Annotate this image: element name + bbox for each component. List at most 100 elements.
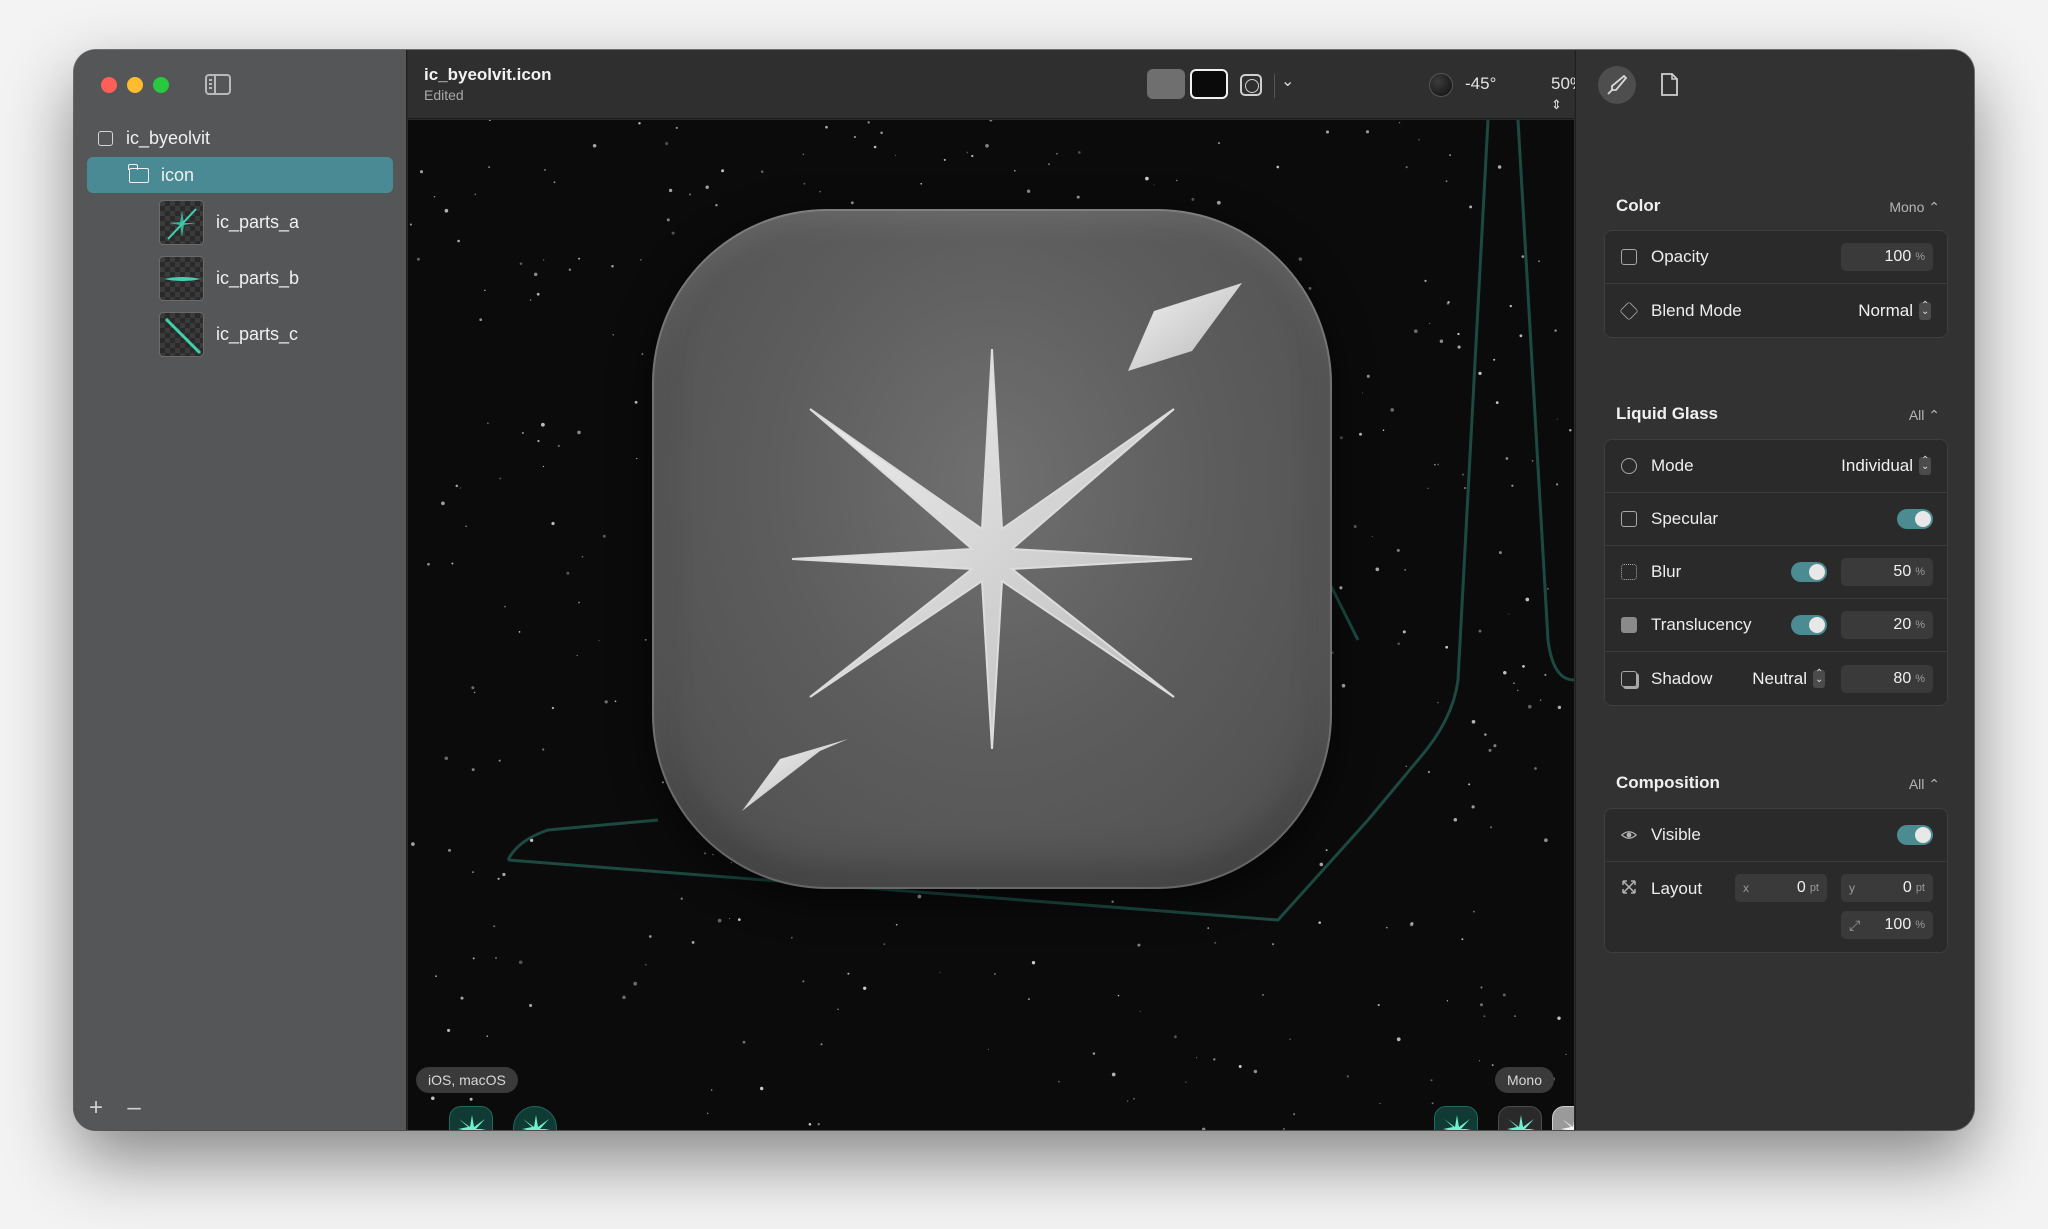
folder-icon [128, 163, 149, 183]
glass-mode-select[interactable]: Individual [1841, 455, 1931, 476]
toolbar: ic_byeolvit.icon Edited ⌄ -45° 50% ⇕ [408, 50, 1585, 119]
color-mode-select[interactable]: Mono ⌃ [1889, 199, 1940, 216]
shadow-field[interactable]: 80% [1841, 664, 1933, 693]
blur-label: Blur [1651, 562, 1682, 581]
liquid-glass-section-title: Liquid Glass [1616, 404, 1719, 423]
stepper-icon [1919, 300, 1931, 320]
scale-unit: % [1915, 919, 1925, 931]
blur-row: Blur 50% [1605, 546, 1947, 599]
inspector-panel: Color Mono ⌃ Opacity 100% Blend Mode Nor… [1575, 50, 1974, 1130]
specular-row: Specular [1605, 493, 1947, 546]
stepper-icon [1813, 668, 1825, 688]
black-background-button[interactable] [1190, 69, 1228, 99]
appearance-icon[interactable] [1240, 74, 1262, 96]
paintbrush-icon [1607, 74, 1628, 95]
opacity-field[interactable]: 100% [1841, 243, 1933, 271]
y-value: 0 [1902, 879, 1912, 896]
specular-label: Specular [1651, 509, 1719, 528]
stepper-icon [1919, 455, 1931, 475]
shadow-icon [1621, 670, 1637, 687]
shadow-type-value: Neutral [1752, 668, 1807, 688]
tree-item-icon-group[interactable]: icon [87, 157, 393, 193]
shadow-row: Shadow Neutral 80% [1605, 652, 1947, 705]
translucency-row: Translucency 20% [1605, 599, 1947, 652]
specular-toggle[interactable] [1897, 509, 1933, 529]
close-window-button[interactable] [101, 77, 117, 93]
y-unit: pt [1915, 882, 1925, 894]
tree-item-part-a[interactable]: ic_parts_a [74, 197, 407, 247]
composition-scope-select[interactable]: All ⌃ [1909, 776, 1940, 793]
blur-toggle[interactable] [1791, 562, 1827, 582]
light-angle-value[interactable]: -45° [1465, 74, 1496, 94]
tree-item-part-b[interactable]: ic_parts_b [74, 253, 407, 303]
visible-label: Visible [1651, 825, 1701, 844]
light-angle-icon[interactable] [1429, 73, 1453, 97]
preview-macos-icon[interactable] [513, 1106, 557, 1130]
visible-row: Visible [1605, 809, 1947, 862]
toolbar-divider [1274, 74, 1275, 98]
layers-icon [1619, 300, 1639, 321]
blend-mode-label: Blend Mode [1651, 300, 1742, 320]
translucency-field[interactable]: 20% [1841, 611, 1933, 639]
chevron-down-icon[interactable]: ⌄ [1281, 71, 1294, 91]
scale-field[interactable]: ⤢ 100% [1841, 911, 1933, 939]
translucency-toggle[interactable] [1791, 615, 1827, 635]
appearance-tab[interactable] [1598, 66, 1636, 104]
x-axis-label: x [1743, 881, 1749, 895]
tree-item-part-c[interactable]: ic_parts_c [74, 309, 407, 359]
preview-ios-icon[interactable] [449, 1106, 493, 1130]
preview-dark-icon[interactable] [1498, 1106, 1542, 1130]
blur-value: 50 [1893, 563, 1912, 580]
tree-item-label: ic_byeolvit [126, 127, 211, 148]
opacity-unit: % [1915, 251, 1925, 263]
x-value: 0 [1796, 879, 1806, 896]
resize-icon [1622, 880, 1636, 894]
app-icon-preview[interactable] [652, 209, 1332, 889]
layout-label: Layout [1651, 879, 1703, 898]
eye-icon [1621, 831, 1637, 839]
zoom-window-button[interactable] [153, 77, 169, 93]
specular-icon [1621, 511, 1637, 527]
preview-mono-icon[interactable] [1552, 1106, 1574, 1130]
x-unit: pt [1809, 882, 1819, 894]
platform-badge: iOS, macOS [416, 1067, 518, 1093]
shadow-type-select[interactable]: Neutral [1752, 668, 1825, 689]
document-icon [1661, 73, 1678, 96]
remove-layer-button[interactable]: – [122, 1094, 146, 1122]
tree-item-label: ic_parts_a [216, 211, 300, 232]
glass-mode-value: Individual [1841, 456, 1913, 475]
scale-value: 100 [1884, 916, 1912, 933]
blur-field[interactable]: 50% [1841, 558, 1933, 586]
composition-section-title: Composition [1616, 773, 1720, 792]
shadow-value: 80 [1893, 669, 1912, 687]
chevron-updown-icon: ⇕ [1551, 97, 1562, 112]
app-window: ic_byeolvit icon ic_parts_a ic_parts_b i… [74, 50, 1974, 1130]
tree-item-label: ic_parts_c [216, 323, 299, 344]
liquid-glass-scope-select[interactable]: All ⌃ [1909, 407, 1940, 424]
layer-thumbnail [159, 311, 204, 357]
translucency-unit: % [1915, 619, 1925, 631]
color-section-title: Color [1616, 196, 1661, 215]
visible-toggle[interactable] [1897, 825, 1933, 845]
icon-canvas[interactable]: iOS, macOS Mono [408, 120, 1574, 1130]
preview-default-icon[interactable] [1434, 1106, 1478, 1130]
tree-item-root[interactable]: ic_byeolvit [74, 120, 407, 156]
layer-thumbnail [159, 199, 204, 245]
add-layer-button[interactable]: + [84, 1094, 108, 1122]
document-tab[interactable] [1650, 66, 1688, 104]
layer-thumbnail [159, 255, 204, 301]
star-compass-icon [742, 283, 1242, 811]
blend-mode-select[interactable]: Normal [1858, 300, 1931, 321]
sidebar-footer: + – [84, 1094, 146, 1122]
scale-arrows-icon: ⤢ [1849, 916, 1861, 933]
composition-group: Visible Layout x 0 pt y 0 pt ⤢ 100% [1604, 808, 1948, 953]
x-position-field[interactable]: x 0 pt [1735, 874, 1827, 902]
sidebar-toggle-icon[interactable] [205, 74, 231, 95]
y-position-field[interactable]: y 0 pt [1841, 874, 1933, 902]
minimize-window-button[interactable] [127, 77, 143, 93]
glass-mode-row: Mode Individual [1605, 440, 1947, 493]
blur-unit: % [1915, 566, 1925, 578]
gray-background-button[interactable] [1147, 69, 1185, 99]
liquid-glass-group: Mode Individual Specular Blur 50% Transl… [1604, 439, 1948, 706]
color-group: Opacity 100% Blend Mode Normal [1604, 230, 1948, 338]
